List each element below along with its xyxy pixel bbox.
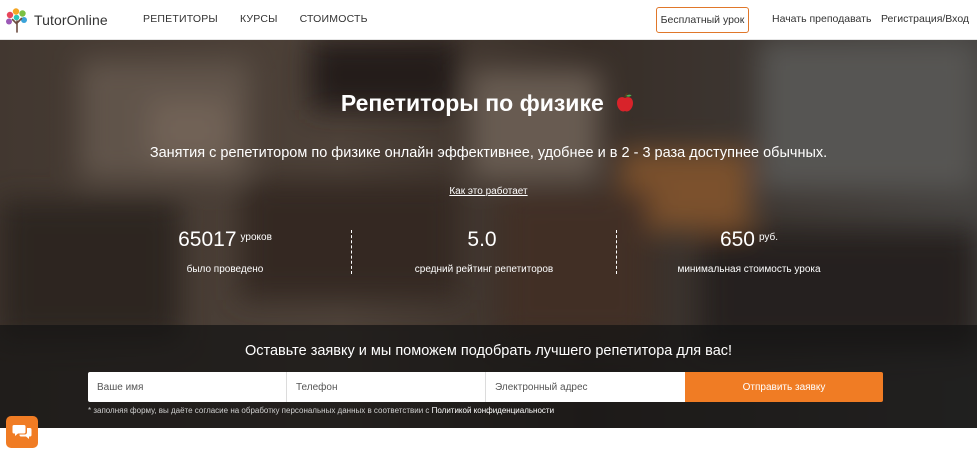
free-lesson-button[interactable]: Бесплатный урок	[656, 7, 749, 33]
nav-tutors[interactable]: РЕПЕТИТОРЫ	[143, 13, 218, 25]
how-it-works-link[interactable]: Как это работает	[449, 186, 527, 197]
stat-divider	[351, 230, 352, 274]
start-teaching-link[interactable]: Начать преподавать	[772, 13, 871, 25]
nav-courses[interactable]: КУРСЫ	[240, 13, 278, 25]
apple-icon	[617, 92, 634, 112]
request-form: Оставьте заявку и мы поможем подобрать л…	[0, 325, 977, 428]
submit-request-button[interactable]: Отправить заявку	[685, 372, 883, 402]
main-nav: РЕПЕТИТОРЫ КУРСЫ СТОИМОСТЬ	[143, 13, 390, 25]
stat-lessons-desc: было проведено	[186, 264, 264, 275]
stat-lessons-unit: уроков	[240, 232, 272, 243]
stat-lessons: 65017 уроков было проведено	[115, 228, 335, 275]
hero-section: Репетиторы по физике Занятия с репетитор…	[0, 40, 977, 428]
form-fields: Ваше имя Телефон Электронный адрес Отпра…	[88, 372, 883, 402]
page-title-text: Репетиторы по физике	[340, 90, 604, 116]
page-title: Репетиторы по физике	[0, 90, 977, 117]
stat-price-value: 650	[719, 228, 755, 251]
stat-price-unit: руб.	[758, 232, 779, 243]
form-heading: Оставьте заявку и мы поможем подобрать л…	[244, 343, 733, 359]
consent-note: * заполняя форму, вы даёте согласие на о…	[88, 406, 554, 415]
logo-text: TutorOnline	[34, 12, 108, 28]
name-input[interactable]: Ваше имя	[88, 372, 287, 402]
logo[interactable]: TutorOnline	[4, 7, 108, 33]
how-it-works: Как это работает	[0, 181, 977, 199]
phone-input[interactable]: Телефон	[287, 372, 486, 402]
stat-lessons-value: 65017	[178, 228, 237, 251]
hero-subtitle: Занятия с репетитором по физике онлайн э…	[149, 145, 828, 161]
tree-logo-icon	[6, 8, 27, 33]
consent-text: * заполняя форму, вы даёте согласие на о…	[88, 406, 430, 415]
stat-rating: 5.0 средний рейтинг репетиторов	[374, 228, 594, 275]
email-input[interactable]: Электронный адрес	[486, 372, 685, 402]
stat-price-desc: минимальная стоимость урока	[677, 264, 821, 275]
nav-pricing[interactable]: СТОИМОСТЬ	[300, 13, 368, 25]
stat-rating-desc: средний рейтинг репетиторов	[414, 264, 554, 275]
stat-divider	[616, 230, 617, 274]
chat-icon	[12, 425, 32, 439]
stat-price: 650 руб. минимальная стоимость урока	[639, 228, 859, 275]
privacy-policy-link[interactable]: Политикой конфиденциальности	[432, 406, 554, 415]
login-link[interactable]: Регистрация/Вход	[881, 13, 969, 25]
stat-rating-value: 5.0	[467, 228, 497, 251]
chat-button[interactable]	[6, 416, 38, 448]
top-header: TutorOnline РЕПЕТИТОРЫ КУРСЫ СТОИМОСТЬ Б…	[0, 0, 977, 40]
